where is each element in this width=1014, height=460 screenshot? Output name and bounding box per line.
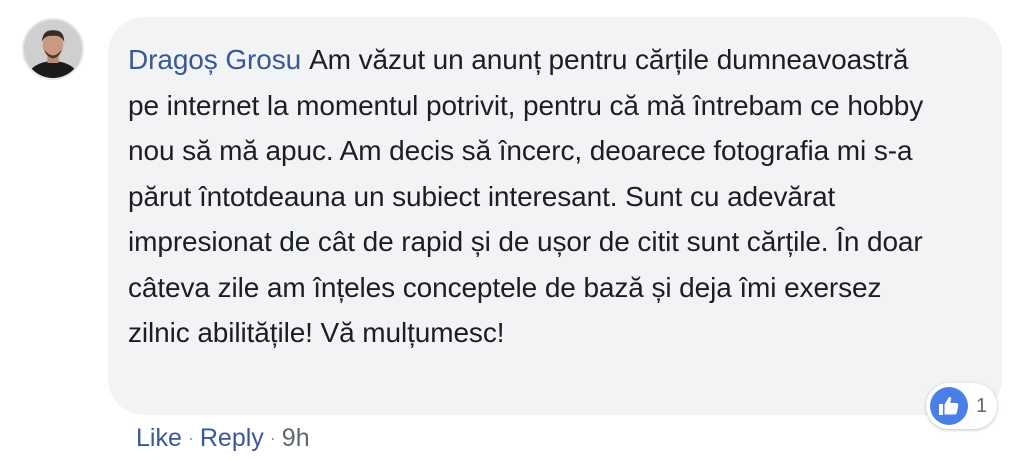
comment-bubble: Dragoș Grosu Am văzut un anunț pentru căr… [108,17,1002,415]
comment-timestamp[interactable]: 9h [282,424,310,453]
reply-link[interactable]: Reply [200,424,264,453]
avatar-photo [24,20,82,78]
avatar[interactable] [22,18,84,80]
comment-text: Am văzut un anunț pentru cărțile dumneav… [128,44,924,348]
reaction-count: 1 [976,394,988,417]
action-separator: · [187,427,194,448]
comment-actions: Like · Reply · 9h [136,420,310,456]
reaction-summary[interactable]: 1 [926,383,998,429]
comment-body: Dragoș Grosu Am văzut un anunț pentru căr… [128,37,942,356]
comment-author[interactable]: Dragoș Grosu [128,44,301,75]
action-separator: · [269,427,276,448]
thumbs-up-icon [930,387,968,425]
like-link[interactable]: Like [136,424,182,453]
